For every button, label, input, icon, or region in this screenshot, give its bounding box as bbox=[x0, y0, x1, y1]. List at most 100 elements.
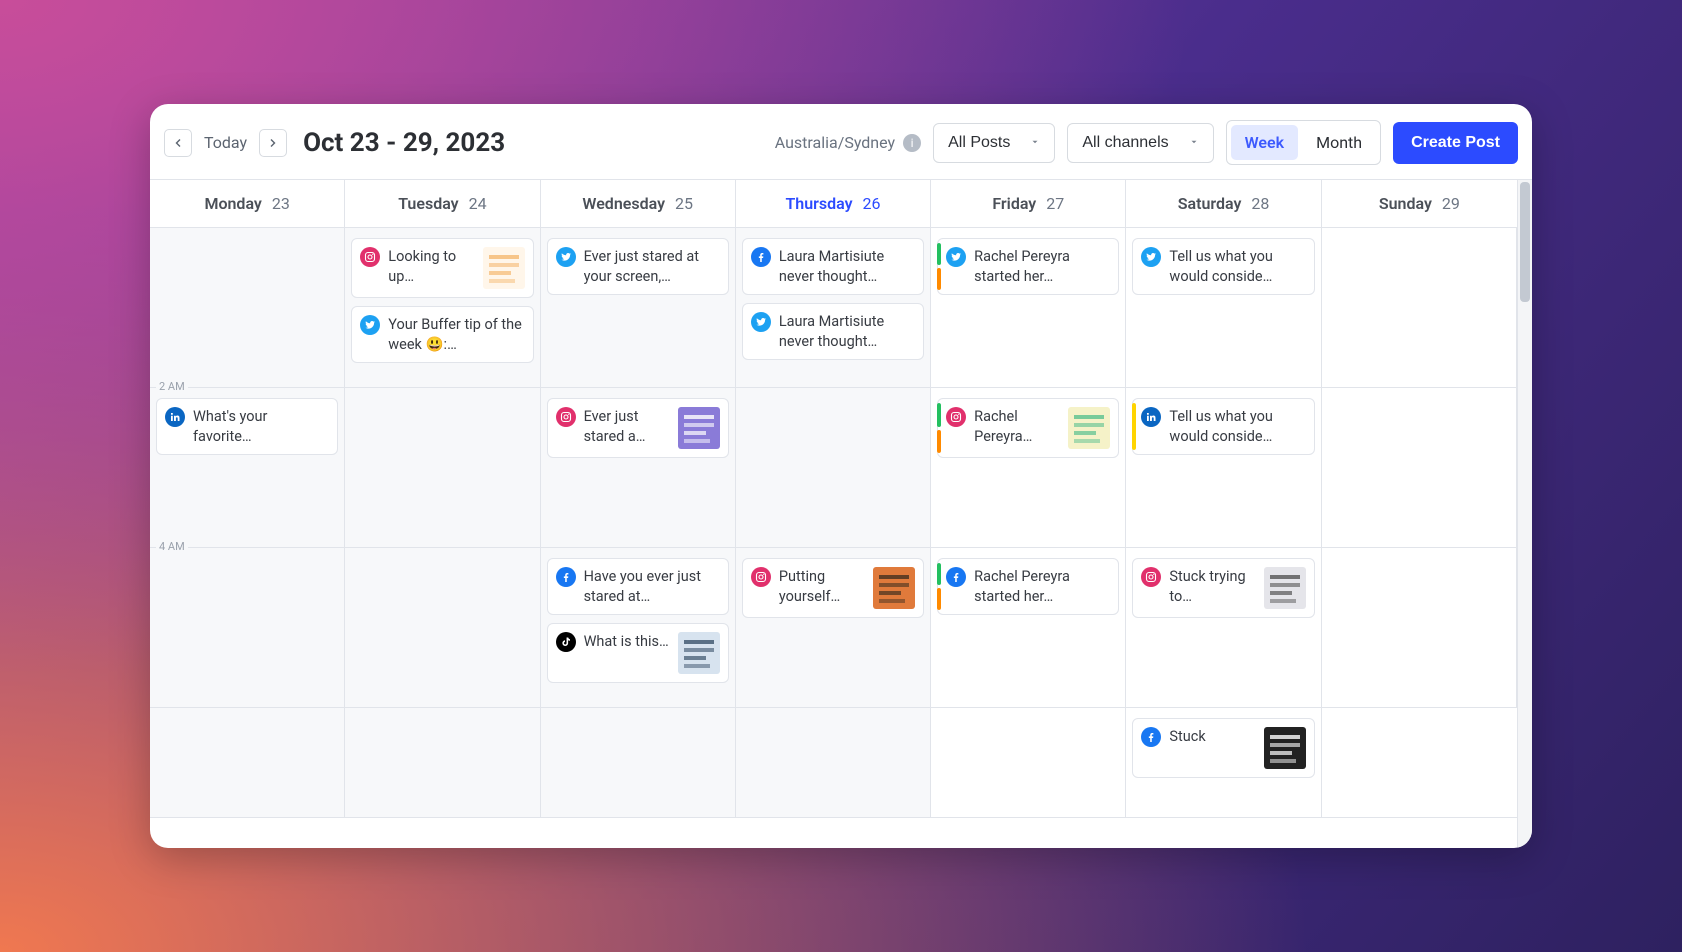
status-stripes bbox=[937, 243, 941, 290]
day-name: Wednesday bbox=[582, 194, 665, 213]
post-card[interactable]: Rachel Pereyra… bbox=[937, 398, 1119, 458]
calendar-cell[interactable]: Laura Martisiute never thought… Laura Mar… bbox=[736, 228, 931, 388]
time-label: 4 AM bbox=[156, 540, 188, 553]
day-header[interactable]: Wednesday 25 bbox=[541, 180, 736, 227]
post-card[interactable]: Laura Martisiute never thought… bbox=[742, 238, 924, 295]
view-toggle-month[interactable]: Month bbox=[1302, 125, 1376, 160]
post-text: Laura Martisiute never thought… bbox=[779, 312, 915, 351]
calendar-cell[interactable]: Tell us what you would conside… bbox=[1126, 388, 1321, 548]
post-card[interactable]: Rachel Pereyra started her… bbox=[937, 238, 1119, 295]
today-button[interactable]: Today bbox=[204, 133, 247, 152]
post-text: Rachel Pereyra started her… bbox=[974, 567, 1110, 606]
post-card[interactable]: Laura Martisiute never thought… bbox=[742, 303, 924, 360]
day-number: 26 bbox=[863, 194, 881, 213]
next-week-button[interactable] bbox=[259, 129, 287, 157]
calendar-cell[interactable]: Rachel Pereyra started her… bbox=[931, 228, 1126, 388]
post-card[interactable]: Stuck bbox=[1132, 718, 1314, 778]
day-number: 27 bbox=[1046, 194, 1064, 213]
calendar-cell[interactable] bbox=[345, 388, 540, 548]
post-card[interactable]: What's your favorite… bbox=[156, 398, 338, 455]
tiktok-icon bbox=[556, 632, 576, 652]
post-card[interactable]: Tell us what you would conside… bbox=[1132, 238, 1314, 295]
day-name: Thursday bbox=[785, 194, 852, 213]
calendar-cell[interactable] bbox=[1322, 388, 1517, 548]
calendar-cell[interactable]: Rachel Pereyra… bbox=[931, 388, 1126, 548]
day-number: 24 bbox=[469, 194, 487, 213]
calendar-cell[interactable] bbox=[345, 708, 540, 818]
calendar-cell[interactable] bbox=[150, 708, 345, 818]
facebook-icon bbox=[1141, 727, 1161, 747]
status-stripes bbox=[937, 403, 941, 453]
calendar-cell[interactable] bbox=[1322, 548, 1517, 708]
info-icon[interactable]: i bbox=[903, 134, 921, 152]
calendar-cell[interactable] bbox=[150, 228, 345, 388]
view-toggle-week[interactable]: Week bbox=[1231, 125, 1298, 160]
channels-filter-label: All channels bbox=[1082, 134, 1168, 152]
post-card[interactable]: Rachel Pereyra started her… bbox=[937, 558, 1119, 615]
scroll-thumb[interactable] bbox=[1520, 182, 1530, 302]
caret-down-icon bbox=[1189, 134, 1199, 152]
toolbar: Today Oct 23 - 29, 2023 Australia/Sydney… bbox=[150, 104, 1532, 179]
post-card[interactable]: Your Buffer tip of the week 😃:… bbox=[351, 306, 533, 363]
calendar-cell[interactable] bbox=[931, 708, 1126, 818]
calendar-cell[interactable]: Looking to up… Your Buffer tip of the we… bbox=[345, 228, 540, 388]
calendar-cell[interactable] bbox=[345, 548, 540, 708]
post-card[interactable]: Tell us what you would conside… bbox=[1132, 398, 1314, 455]
calendar-cell[interactable]: 2 AMWhat's your favorite… bbox=[150, 388, 345, 548]
post-text: Stuck trying to… bbox=[1169, 567, 1255, 606]
calendar-cell[interactable]: Rachel Pereyra started her… bbox=[931, 548, 1126, 708]
calendar-cell[interactable]: 4 AM bbox=[150, 548, 345, 708]
calendar-cell[interactable] bbox=[736, 388, 931, 548]
post-thumbnail bbox=[678, 632, 720, 674]
calendar-header: Monday23Tuesday24 Wednesday 25 Thursday 26 Fr… bbox=[150, 180, 1517, 228]
posts-filter-dropdown[interactable]: All Posts bbox=[933, 123, 1055, 163]
post-thumbnail bbox=[1264, 567, 1306, 609]
prev-week-button[interactable] bbox=[164, 129, 192, 157]
day-header[interactable]: Friday27 bbox=[931, 180, 1126, 227]
post-card[interactable]: What is this… bbox=[547, 623, 729, 683]
calendar-cell[interactable]: Have you ever just stared at… What is thi… bbox=[541, 548, 736, 708]
view-toggle: Week Month bbox=[1226, 120, 1381, 165]
post-text: Ever just stared at your screen,… bbox=[584, 247, 720, 286]
calendar-cell[interactable] bbox=[736, 708, 931, 818]
post-text: Rachel Pereyra started her… bbox=[974, 247, 1110, 286]
post-card[interactable]: Ever just stared at your screen,… bbox=[547, 238, 729, 295]
calendar-body: Looking to up… Your Buffer tip of the we… bbox=[150, 228, 1517, 818]
caret-down-icon bbox=[1030, 134, 1040, 152]
post-text: Looking to up… bbox=[388, 247, 474, 286]
day-header[interactable]: Sunday29 bbox=[1322, 180, 1517, 227]
linkedin-icon bbox=[165, 407, 185, 427]
post-card[interactable]: Have you ever just stared at… bbox=[547, 558, 729, 615]
status-stripes bbox=[937, 563, 941, 610]
calendar-cell[interactable]: Stuck bbox=[1126, 708, 1321, 818]
create-post-button[interactable]: Create Post bbox=[1393, 122, 1518, 164]
day-name: Saturday bbox=[1178, 194, 1242, 213]
calendar-cell[interactable]: Putting yourself… bbox=[736, 548, 931, 708]
twitter-icon bbox=[751, 312, 771, 332]
calendar-cell[interactable]: Stuck trying to… bbox=[1126, 548, 1321, 708]
post-text: Have you ever just stared at… bbox=[584, 567, 720, 606]
calendar-cell[interactable] bbox=[1322, 708, 1517, 818]
post-thumbnail bbox=[1264, 727, 1306, 769]
linkedin-icon bbox=[1141, 407, 1161, 427]
day-number: 25 bbox=[675, 194, 693, 213]
calendar-cell[interactable]: Ever just stared at your screen,… bbox=[541, 228, 736, 388]
day-header[interactable]: Monday23 bbox=[150, 180, 345, 227]
day-name: Sunday bbox=[1379, 194, 1432, 213]
instagram-icon bbox=[946, 407, 966, 427]
day-header[interactable]: Tuesday24 bbox=[345, 180, 540, 227]
calendar-cell[interactable]: Tell us what you would conside… bbox=[1126, 228, 1321, 388]
channels-filter-dropdown[interactable]: All channels bbox=[1067, 123, 1213, 163]
post-card[interactable]: Looking to up… bbox=[351, 238, 533, 298]
calendar-cell[interactable]: Ever just stared a… bbox=[541, 388, 736, 548]
calendar-scroll[interactable]: Monday23Tuesday24 Wednesday 25 Thursday 26 Fr… bbox=[150, 180, 1518, 848]
post-card[interactable]: Putting yourself… bbox=[742, 558, 924, 618]
calendar-cell[interactable] bbox=[541, 708, 736, 818]
post-card[interactable]: Stuck trying to… bbox=[1132, 558, 1314, 618]
day-header[interactable]: Saturday28 bbox=[1126, 180, 1321, 227]
calendar-cell[interactable] bbox=[1322, 228, 1517, 388]
post-text: Stuck bbox=[1169, 727, 1255, 747]
post-card[interactable]: Ever just stared a… bbox=[547, 398, 729, 458]
scrollbar[interactable] bbox=[1518, 180, 1532, 848]
day-header[interactable]: Thursday 26 bbox=[736, 180, 931, 227]
